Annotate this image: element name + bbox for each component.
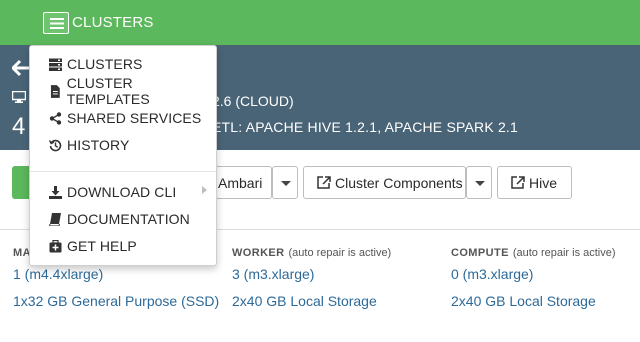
menu-label-history: HISTORY: [67, 137, 130, 153]
history-icon: [49, 139, 62, 151]
top-navbar: CLUSTERS: [0, 0, 640, 45]
medkit-icon: [49, 239, 62, 252]
back-arrow-icon[interactable]: [12, 59, 30, 77]
menu-item-shared-services[interactable]: SHARED SERVICES: [49, 108, 201, 128]
external-link-icon: [511, 176, 525, 189]
menu-item-cluster-templates[interactable]: CLUSTER TEMPLATES: [49, 75, 216, 107]
external-link-icon: [317, 176, 331, 189]
monitor-icon: [12, 91, 26, 103]
menu-label-download-cli: DOWNLOAD CLI: [67, 184, 177, 200]
worker-storage-link[interactable]: 2x40 GB Local Storage: [232, 293, 377, 309]
components-caret-button[interactable]: [466, 166, 492, 199]
hive-label: Hive: [529, 174, 558, 191]
server-icon: [49, 58, 62, 71]
menu-label-shared-services: SHARED SERVICES: [67, 110, 202, 126]
cluster-components-label: Cluster Components: [335, 174, 463, 191]
share-icon: [49, 111, 62, 125]
compute-note: (auto repair is active): [512, 247, 616, 259]
worker-count-link[interactable]: 3 (m3.xlarge): [232, 266, 314, 282]
node-count: 4: [12, 113, 26, 140]
menu-item-documentation[interactable]: DOCUMENTATION: [49, 209, 190, 229]
compute-storage-link[interactable]: 2x40 GB Local Storage: [451, 293, 596, 309]
menu-label-documentation: DOCUMENTATION: [67, 211, 190, 227]
compute-count-link[interactable]: 0 (m3.xlarge): [451, 266, 533, 282]
book-icon: [49, 212, 61, 226]
menu-label-cluster-templates: CLUSTER TEMPLATES: [66, 75, 150, 107]
main-menu-dropdown: CLUSTERS CLUSTER TEMPLATES SHARED SERVIC…: [29, 45, 217, 266]
hamburger-icon: [50, 18, 64, 29]
stack-text: ETL: APACHE HIVE 1.2.1, APACHE SPARK 2.1: [212, 119, 519, 135]
menu-item-download-cli[interactable]: DOWNLOAD CLI: [49, 182, 176, 202]
compute-heading-text: COMPUTE: [451, 247, 509, 259]
menu-toggle-button[interactable]: [43, 12, 69, 34]
file-icon: [50, 84, 60, 98]
ambari-label: Ambari: [218, 174, 263, 191]
ambari-caret-button[interactable]: [272, 166, 298, 199]
menu-label-get-help: GET HELP: [67, 238, 137, 254]
compute-heading: COMPUTE (auto repair is active): [451, 247, 616, 259]
chevron-right-icon: [202, 186, 207, 194]
download-icon: [49, 185, 62, 199]
worker-heading: WORKER (auto repair is active): [232, 247, 391, 259]
hive-button[interactable]: Hive: [497, 166, 572, 199]
worker-heading-text: WORKER: [232, 247, 285, 259]
cluster-components-button[interactable]: Cluster Components: [303, 166, 466, 199]
master-storage-link[interactable]: 1x32 GB General Purpose (SSD): [13, 293, 219, 309]
worker-note: (auto repair is active): [288, 247, 392, 259]
menu-item-clusters[interactable]: CLUSTERS: [49, 54, 142, 74]
menu-item-get-help[interactable]: GET HELP: [49, 236, 137, 256]
master-count-link[interactable]: 1 (m4.4xlarge): [13, 266, 103, 282]
menu-item-history[interactable]: HISTORY: [49, 135, 129, 155]
version-text: 2.6 (CLOUD): [212, 93, 294, 109]
menu-divider: [30, 171, 216, 172]
topbar-title: CLUSTERS: [72, 14, 154, 31]
menu-label-clusters: CLUSTERS: [67, 56, 143, 72]
